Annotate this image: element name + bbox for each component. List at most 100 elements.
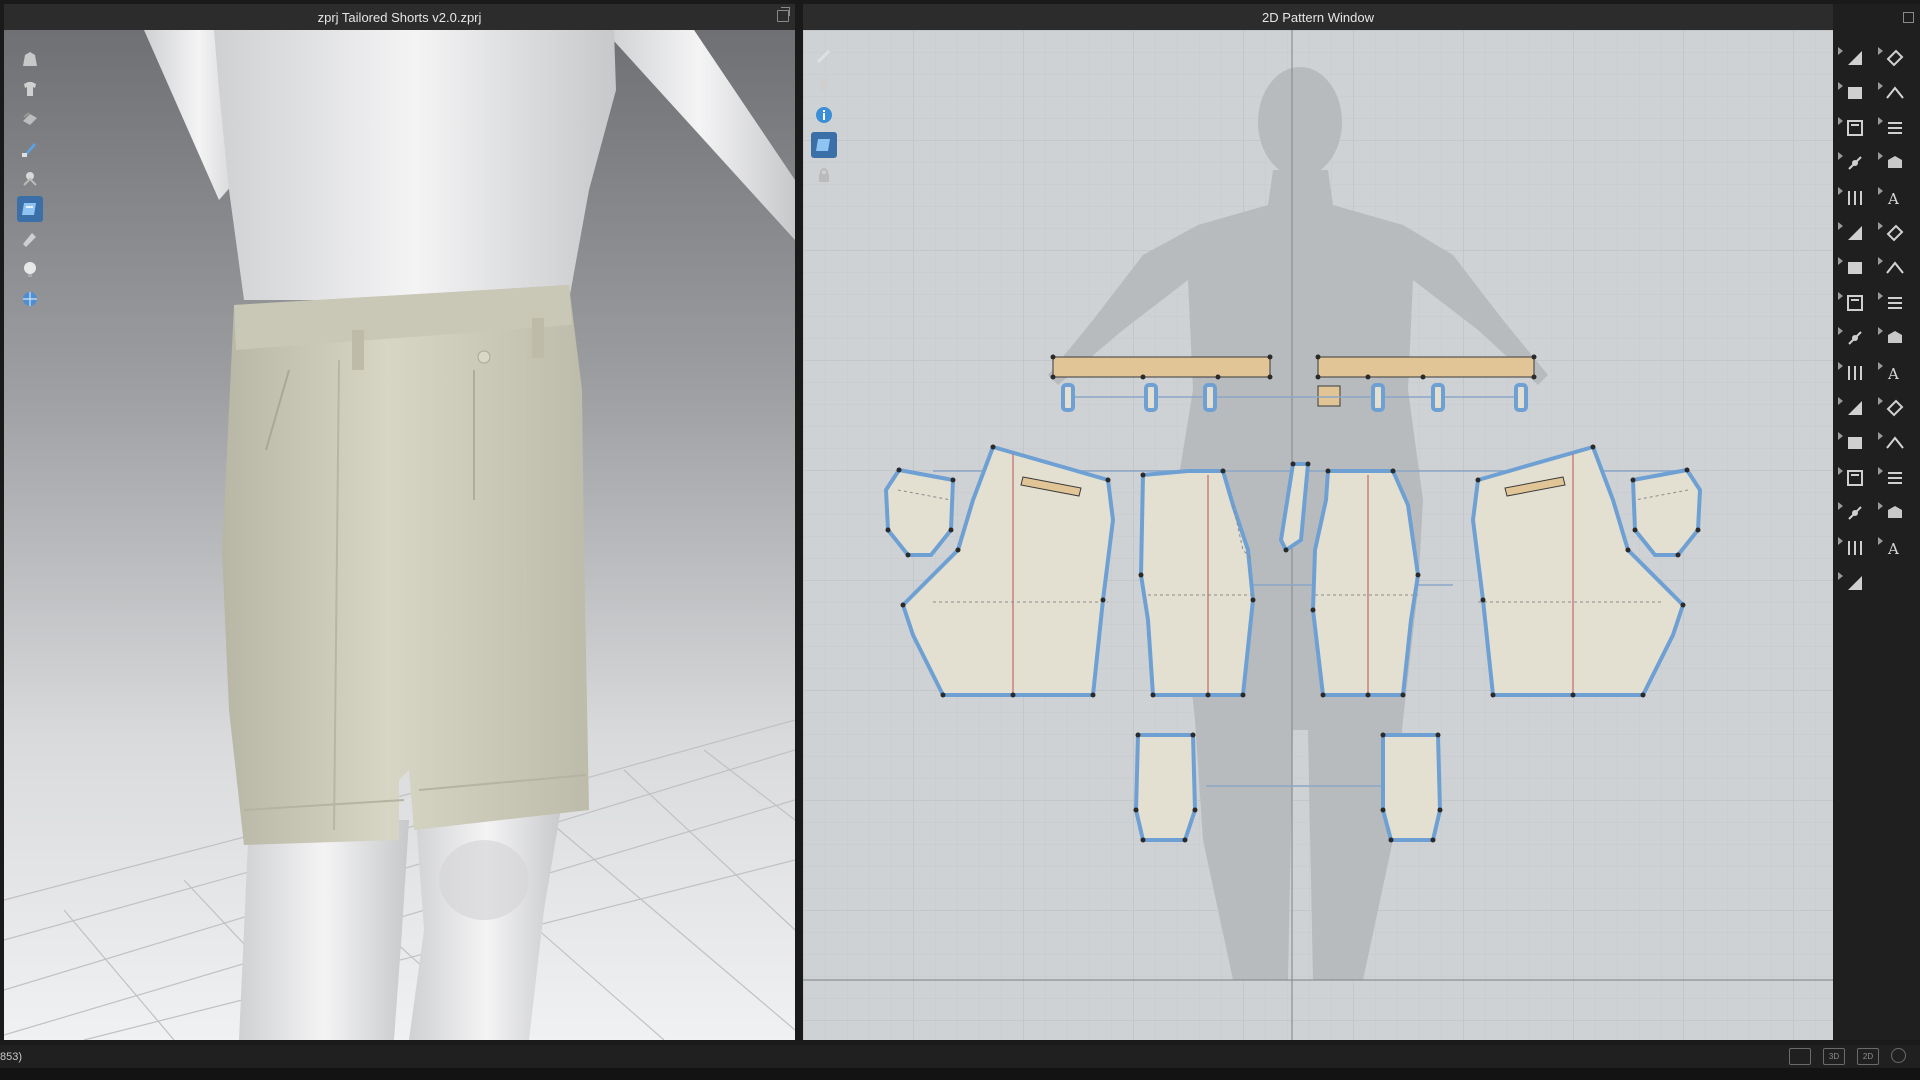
ruler-icon[interactable] (1877, 394, 1913, 422)
submenu-indicator-icon (1878, 222, 1883, 230)
belt-loop (352, 330, 364, 370)
submenu-indicator-icon (1838, 117, 1843, 125)
submenu-indicator-icon (1838, 397, 1843, 405)
pin-2d-icon[interactable] (1837, 569, 1873, 597)
dart-icon (1848, 226, 1862, 240)
submenu-indicator-icon (1878, 82, 1883, 90)
polygon-icon[interactable] (1837, 114, 1873, 142)
status-text: 853) (0, 1050, 23, 1063)
submenu-indicator-icon (1838, 152, 1843, 160)
dart-icon[interactable] (1837, 219, 1873, 247)
trim-icon[interactable] (1837, 324, 1873, 352)
brush-icon[interactable] (17, 136, 43, 162)
sewing-icon (1886, 86, 1904, 99)
edit-icon[interactable] (17, 226, 43, 252)
submenu-indicator-icon (1838, 467, 1843, 475)
garment-icon[interactable] (17, 76, 43, 102)
lock-icon[interactable] (811, 162, 837, 188)
2d-pattern-window[interactable]: 2D Pattern Window (803, 4, 1833, 1040)
view-refresh-button[interactable] (1891, 1048, 1906, 1063)
light-icon[interactable] (17, 256, 43, 282)
belt-loop (532, 318, 544, 358)
svg-text:A: A (1887, 365, 1899, 383)
submenu-indicator-icon (1838, 187, 1843, 195)
3d-scene[interactable] (4, 30, 795, 1040)
maximize-3d-icon[interactable] (777, 7, 790, 22)
submenu-indicator-icon (1838, 82, 1843, 90)
tuck-icon[interactable]: A (1877, 184, 1913, 212)
measure-icon[interactable]: A (1877, 359, 1913, 387)
segment-sewing-icon[interactable] (1877, 114, 1913, 142)
stack-icon[interactable]: A (1877, 534, 1913, 562)
free-sewing-icon[interactable] (1877, 149, 1913, 177)
submenu-indicator-icon (1878, 152, 1883, 160)
view-split-button[interactable] (1789, 1048, 1811, 1065)
internal-shape-icon[interactable] (1837, 184, 1873, 212)
rectangle-icon[interactable] (1837, 149, 1873, 177)
view-3d-button[interactable]: 3D (1823, 1048, 1845, 1065)
zigzag-icon (1888, 472, 1902, 484)
3d-garment-window[interactable]: zprj Tailored Shorts v2.0.zprj (4, 4, 795, 1040)
submenu-indicator-icon (1838, 292, 1843, 300)
front-panel-right (1311, 469, 1420, 697)
pen-icon[interactable] (811, 42, 837, 68)
measure-icon: A (1887, 365, 1899, 383)
camera-icon (1888, 506, 1902, 518)
pattern-canvas[interactable] (803, 30, 1833, 1040)
free-sewing-icon (1888, 156, 1902, 168)
info-icon[interactable] (811, 102, 837, 128)
submenu-indicator-icon (1878, 117, 1883, 125)
notch-icon[interactable] (1837, 254, 1873, 282)
transform-pattern-icon (1848, 51, 1862, 65)
button-icon[interactable] (1877, 254, 1913, 282)
view-mode-switcher: 3D 2D (1789, 1048, 1906, 1065)
polygon-icon (1847, 120, 1863, 136)
pin-icon[interactable] (17, 166, 43, 192)
garment-icon[interactable] (811, 72, 837, 98)
submenu-indicator-icon (1838, 572, 1843, 580)
submenu-indicator-icon (1838, 537, 1843, 545)
annotation-icon (1848, 437, 1862, 449)
text-icon[interactable] (1837, 464, 1873, 492)
grid-icon (1848, 506, 1862, 520)
fold-icon (1886, 224, 1904, 242)
app-window: zprj Tailored Shorts v2.0.zprj 2D Patter… (0, 0, 1920, 1080)
annotation-icon[interactable] (1837, 429, 1873, 457)
cut-icon (1847, 295, 1863, 311)
elastic-icon[interactable] (1837, 394, 1873, 422)
waistband-right (1317, 356, 1535, 378)
view-2d-button[interactable]: 2D (1857, 1048, 1879, 1065)
maximize-2d-icon[interactable] (1903, 12, 1914, 23)
seam-icon[interactable] (1877, 44, 1913, 72)
submenu-indicator-icon (1838, 432, 1843, 440)
topstitch-icon[interactable] (1877, 324, 1913, 352)
environment-icon[interactable] (17, 286, 43, 312)
seam-icon (1886, 49, 1904, 67)
fill-icon[interactable] (1837, 359, 1873, 387)
submenu-indicator-icon (1878, 502, 1883, 510)
grain-icon[interactable] (1877, 429, 1913, 457)
fabric-icon[interactable] (17, 106, 43, 132)
2d-window-titlebar: 2D Pattern Window (803, 4, 1833, 30)
grain-icon (1886, 436, 1904, 449)
grid-icon[interactable] (1837, 499, 1873, 527)
edit-curve-icon[interactable] (1837, 79, 1873, 107)
avatar-icon[interactable] (17, 46, 43, 72)
sewing-icon[interactable] (1877, 79, 1913, 107)
cut-icon[interactable] (1837, 289, 1873, 317)
3d-window-titlebar: zprj Tailored Shorts v2.0.zprj (4, 4, 795, 30)
transform-pattern-icon[interactable] (1837, 44, 1873, 72)
segment-sewing-icon (1888, 122, 1902, 134)
fold-icon[interactable] (1877, 219, 1913, 247)
fill-icon (1848, 366, 1862, 380)
texture-icon[interactable] (811, 132, 837, 158)
avatar-3d-icon[interactable] (1837, 534, 1873, 562)
camera-icon[interactable] (1877, 499, 1913, 527)
button-icon (1886, 261, 1904, 274)
buttonhole-icon[interactable] (1877, 289, 1913, 317)
ruler-icon (1886, 399, 1904, 417)
submenu-indicator-icon (1838, 257, 1843, 265)
3d-toolbar (17, 46, 43, 312)
texture-icon[interactable] (17, 196, 43, 222)
zigzag-icon[interactable] (1877, 464, 1913, 492)
